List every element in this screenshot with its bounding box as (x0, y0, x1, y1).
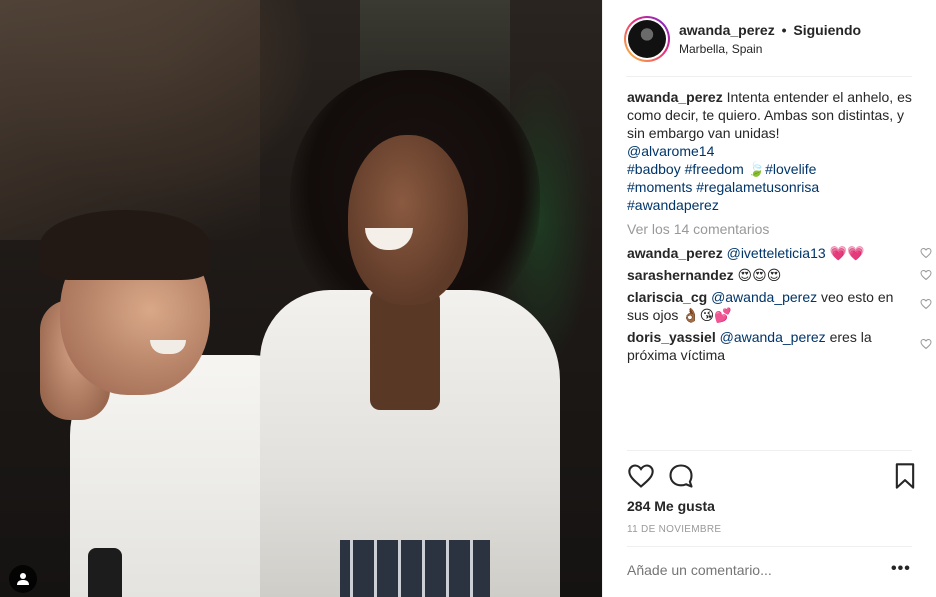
post-date[interactable]: 11 DE NOVIEMBRE (627, 524, 721, 535)
hashtag[interactable]: #lovelife (765, 161, 816, 177)
add-comment-input[interactable] (627, 562, 887, 578)
comments-section: awanda_perez Intenta entender el anhelo,… (627, 88, 932, 368)
leaf-emoji: 🍃 (747, 161, 766, 177)
comment-emoji: 💗💗 (829, 245, 865, 261)
comment-mention[interactable]: @ivetteleticia13 (727, 245, 826, 261)
header-username[interactable]: awanda_perez (679, 22, 775, 38)
comment-item: doris_yassiel @awanda_perez eres la próx… (627, 328, 932, 364)
caption-username[interactable]: awanda_perez (627, 89, 723, 105)
user-tag-icon[interactable] (9, 565, 37, 593)
comment-icon[interactable] (667, 462, 695, 490)
comment-item: awanda_perez @ivetteleticia13 💗💗 (627, 244, 932, 262)
comment-mention[interactable]: @awanda_perez (711, 289, 817, 305)
comment-input-divider (627, 546, 912, 547)
comment-username[interactable]: sarashernandez (627, 267, 734, 283)
woman-neck (370, 290, 440, 410)
avatar[interactable] (624, 15, 670, 62)
comment-username[interactable]: doris_yassiel (627, 329, 716, 345)
bottle (88, 548, 122, 597)
hashtag[interactable]: #badboy (627, 161, 681, 177)
actions-divider (627, 450, 912, 451)
heart-icon[interactable] (920, 298, 932, 310)
location-link[interactable]: Marbella, Spain (679, 42, 861, 56)
man-hair (40, 210, 210, 280)
post-side-panel: awanda_perez • Siguiendo Marbella, Spain… (602, 0, 936, 597)
comment-emoji: 👌🏾😘💕 (682, 307, 732, 323)
hashtag[interactable]: #moments (627, 179, 692, 195)
woman-pants (340, 540, 490, 597)
caption: awanda_perez Intenta entender el anhelo,… (627, 88, 919, 214)
woman-face (348, 135, 468, 305)
post-photo[interactable] (0, 0, 602, 597)
caption-mention[interactable]: @alvarome14 (627, 143, 714, 159)
heart-icon[interactable] (920, 338, 932, 350)
heart-icon[interactable] (627, 462, 655, 490)
header-separator: • (781, 21, 787, 38)
comment-username[interactable]: clariscia_cg (627, 289, 707, 305)
hashtag[interactable]: #awandaperez (627, 197, 719, 213)
heart-icon[interactable] (920, 269, 932, 281)
background-wall (0, 0, 260, 240)
comment-item: sarashernandez 😍😍😍 (627, 266, 932, 284)
follow-status-button[interactable]: Siguiendo (793, 22, 861, 38)
likes-count[interactable]: 284 Me gusta (627, 498, 715, 514)
header-divider (626, 76, 912, 77)
action-bar (627, 462, 917, 492)
bookmark-icon[interactable] (891, 462, 919, 490)
hashtag[interactable]: #regalametusonrisa (696, 179, 819, 195)
comment-emoji: 😍😍😍 (737, 267, 782, 283)
hashtag[interactable]: #freedom (685, 161, 744, 177)
view-all-comments-link[interactable]: Ver los 14 comentarios (627, 220, 919, 238)
comment-mention[interactable]: @awanda_perez (720, 329, 826, 345)
comment-item: clariscia_cg @awanda_perez veo esto en s… (627, 288, 932, 324)
comment-username[interactable]: awanda_perez (627, 245, 723, 261)
post-header: awanda_perez • Siguiendo Marbella, Spain (603, 0, 936, 77)
heart-icon[interactable] (920, 247, 932, 259)
more-options-button[interactable]: ••• (891, 560, 911, 578)
